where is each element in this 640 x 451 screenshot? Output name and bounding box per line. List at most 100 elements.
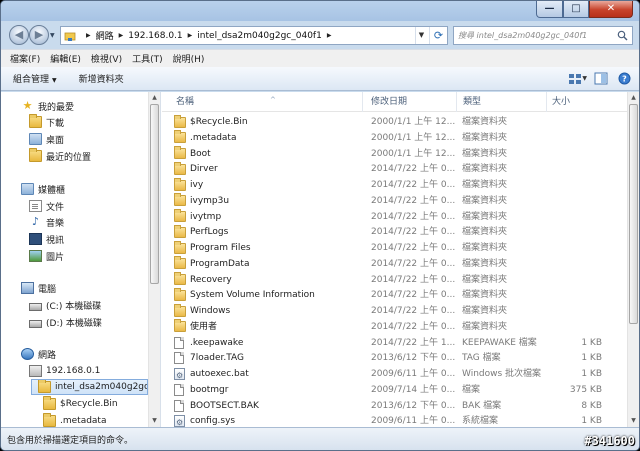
scroll-up-icon[interactable]: ▲ xyxy=(149,92,160,103)
scroll-down-icon[interactable]: ▼ xyxy=(149,415,160,426)
file-name[interactable]: ivymp3u xyxy=(174,193,364,209)
search-box[interactable] xyxy=(453,26,633,45)
file-name[interactable]: Boot xyxy=(174,146,364,162)
breadcrumb-chevron-icon[interactable]: ▶ xyxy=(86,32,91,39)
column-type[interactable]: 類型 xyxy=(457,92,547,112)
refresh-button[interactable]: ⟳ xyxy=(429,27,447,44)
nav-drive-c[interactable]: (C:) 本機磁碟 xyxy=(29,297,101,313)
file-row[interactable]: BOOTSECT.BAK 2013/6/12 下午 0... BAK 檔案 8 KB xyxy=(162,398,627,414)
file-row[interactable]: Program Files 2014/7/22 上午 0... 檔案資料夾 xyxy=(162,240,627,256)
scroll-down-icon[interactable]: ▼ xyxy=(628,415,639,426)
file-list-scrollbar[interactable]: ▲ ▼ xyxy=(627,92,639,427)
breadcrumb-chevron-icon[interactable]: ▶ xyxy=(327,32,332,39)
file-name[interactable]: $Recycle.Bin xyxy=(174,114,364,130)
file-name[interactable]: ProgramData xyxy=(174,256,364,272)
file-row[interactable]: ivy 2014/7/22 上午 0... 檔案資料夾 xyxy=(162,177,627,193)
recent-pages-dropdown[interactable]: ▼ xyxy=(50,32,55,39)
file-row[interactable]: Dirver 2014/7/22 上午 0... 檔案資料夾 xyxy=(162,161,627,177)
nav-drive-d[interactable]: (D:) 本機磁碟 xyxy=(29,314,102,330)
column-name[interactable]: 名稱 ^ xyxy=(170,92,363,112)
file-name[interactable]: .keepawake xyxy=(174,335,364,351)
breadcrumb-server[interactable]: 192.168.0.1 xyxy=(128,31,182,41)
nav-scrollbar[interactable]: ▲ ▼ xyxy=(148,92,160,427)
nav-recycle-bin[interactable]: $Recycle.Bin xyxy=(43,396,118,412)
nav-desktop[interactable]: 桌面 xyxy=(29,131,64,147)
file-name[interactable]: Windows xyxy=(174,303,364,319)
new-folder-button[interactable]: 新增資料夾 xyxy=(79,72,124,85)
file-row[interactable]: .keepawake 2014/7/22 上午 1... KEEPAWAKE 檔案 1… xyxy=(162,335,627,351)
file-name[interactable]: ivytmp xyxy=(174,209,364,225)
nav-scroll-thumb[interactable] xyxy=(150,104,159,284)
file-scroll-thumb[interactable] xyxy=(629,104,638,324)
file-row[interactable]: ProgramData 2014/7/22 上午 0... 檔案資料夾 xyxy=(162,256,627,272)
column-date[interactable]: 修改日期 xyxy=(365,92,457,112)
file-name[interactable]: 使用者 xyxy=(174,319,364,335)
file-name-text: 7loader.TAG xyxy=(190,353,245,364)
view-options-chevron-icon[interactable]: ▼ xyxy=(582,75,587,82)
nav-network[interactable]: 網路 xyxy=(21,346,56,362)
minimize-button[interactable]: — xyxy=(536,1,563,18)
nav-server[interactable]: 192.168.0.1 xyxy=(29,363,100,379)
file-name[interactable]: Recovery xyxy=(174,272,364,288)
file-name[interactable]: 7loader.TAG xyxy=(174,350,364,366)
file-name[interactable]: .metadata xyxy=(174,130,364,146)
file-name[interactable]: bootmgr xyxy=(174,382,364,398)
file-row[interactable]: $Recycle.Bin 2000/1/1 上午 12... 檔案資料夾 xyxy=(162,114,627,130)
help-icon[interactable]: ? xyxy=(615,70,633,87)
file-name[interactable]: Program Files xyxy=(174,240,364,256)
nav-favorites[interactable]: ★ 我的最愛 xyxy=(21,98,74,114)
file-row[interactable]: Recovery 2014/7/22 上午 0... 檔案資料夾 xyxy=(162,272,627,288)
column-size[interactable]: 大小 xyxy=(546,92,616,112)
file-name[interactable]: Dirver xyxy=(174,161,364,177)
file-name-text: .keepawake xyxy=(190,337,244,348)
breadcrumb-chevron-icon[interactable]: ▶ xyxy=(188,32,193,39)
menu-edit[interactable]: 編輯(E) xyxy=(46,52,85,65)
nav-pictures[interactable]: 圖片 xyxy=(29,248,64,264)
menu-help[interactable]: 說明(H) xyxy=(169,52,209,65)
nav-documents[interactable]: 文件 xyxy=(29,198,64,214)
file-name[interactable]: ivy xyxy=(174,177,364,193)
file-row[interactable]: PerfLogs 2014/7/22 上午 0... 檔案資料夾 xyxy=(162,224,627,240)
breadcrumb-chevron-icon[interactable]: ▶ xyxy=(119,32,124,39)
scroll-up-icon[interactable]: ▲ xyxy=(628,92,639,103)
back-button[interactable]: ◀ xyxy=(9,25,29,45)
menu-tools[interactable]: 工具(T) xyxy=(128,52,167,65)
file-name[interactable]: BOOTSECT.BAK xyxy=(174,398,364,414)
forward-button[interactable]: ▶ xyxy=(29,25,49,45)
close-button[interactable]: ✕ xyxy=(589,1,633,18)
nav-recent-places[interactable]: 最近的位置 xyxy=(29,148,91,164)
file-row[interactable]: System Volume Information 2014/7/22 上午 0.… xyxy=(162,287,627,303)
nav-libraries[interactable]: 媒體櫃 xyxy=(21,181,65,197)
file-row[interactable]: autoexec.bat 2009/6/11 上午 0... Windows 批次檔… xyxy=(162,366,627,382)
nav-music[interactable]: ♪ 音樂 xyxy=(29,214,64,230)
file-row[interactable]: .metadata 2000/1/1 上午 12... 檔案資料夾 xyxy=(162,130,627,146)
file-name[interactable]: PerfLogs xyxy=(174,224,364,240)
file-name[interactable]: autoexec.bat xyxy=(174,366,364,382)
nav-videos[interactable]: 視訊 xyxy=(29,231,64,247)
nav-metadata[interactable]: .metadata xyxy=(43,413,106,427)
file-row[interactable]: Boot 2000/1/1 上午 12... 檔案資料夾 xyxy=(162,146,627,162)
file-row[interactable]: ivymp3u 2014/7/22 上午 0... 檔案資料夾 xyxy=(162,193,627,209)
file-row[interactable]: 使用者 2014/7/22 上午 0... 檔案資料夾 xyxy=(162,319,627,335)
file-row[interactable]: Windows 2014/7/22 上午 0... 檔案資料夾 xyxy=(162,303,627,319)
file-row[interactable]: 7loader.TAG 2013/6/12 下午 0... TAG 檔案 1 KB xyxy=(162,350,627,366)
breadcrumb-network[interactable]: 網路 xyxy=(96,29,114,42)
breadcrumb-share[interactable]: intel_dsa2m040g2gc_040f1 xyxy=(197,31,322,41)
file-name[interactable]: config.sys xyxy=(174,413,364,427)
search-input[interactable] xyxy=(458,29,608,42)
file-row[interactable]: config.sys 2009/6/11 上午 0... 系統檔案 1 KB xyxy=(162,413,627,427)
nav-share-selected[interactable]: intel_dsa2m040g2gc_0 xyxy=(31,379,148,395)
preview-pane-icon[interactable] xyxy=(592,70,610,87)
organize-button[interactable]: 組合管理 ▼ xyxy=(13,72,57,85)
file-row[interactable]: bootmgr 2009/7/14 上午 0... 檔案 375 KB xyxy=(162,382,627,398)
search-icon[interactable] xyxy=(617,30,628,41)
maximize-button[interactable]: □ xyxy=(563,1,589,18)
address-bar[interactable]: ▶ 網路 ▶ 192.168.0.1 ▶ intel_dsa2m040g2gc_… xyxy=(60,26,448,45)
address-history-dropdown[interactable]: ▼ xyxy=(415,27,427,44)
nav-downloads[interactable]: 下載 xyxy=(29,114,64,130)
menu-view[interactable]: 檢視(V) xyxy=(87,52,126,65)
file-row[interactable]: ivytmp 2014/7/22 上午 0... 檔案資料夾 xyxy=(162,209,627,225)
menu-file[interactable]: 檔案(F) xyxy=(6,52,44,65)
nav-computer[interactable]: 電腦 xyxy=(21,280,56,296)
file-name[interactable]: System Volume Information xyxy=(174,287,364,303)
